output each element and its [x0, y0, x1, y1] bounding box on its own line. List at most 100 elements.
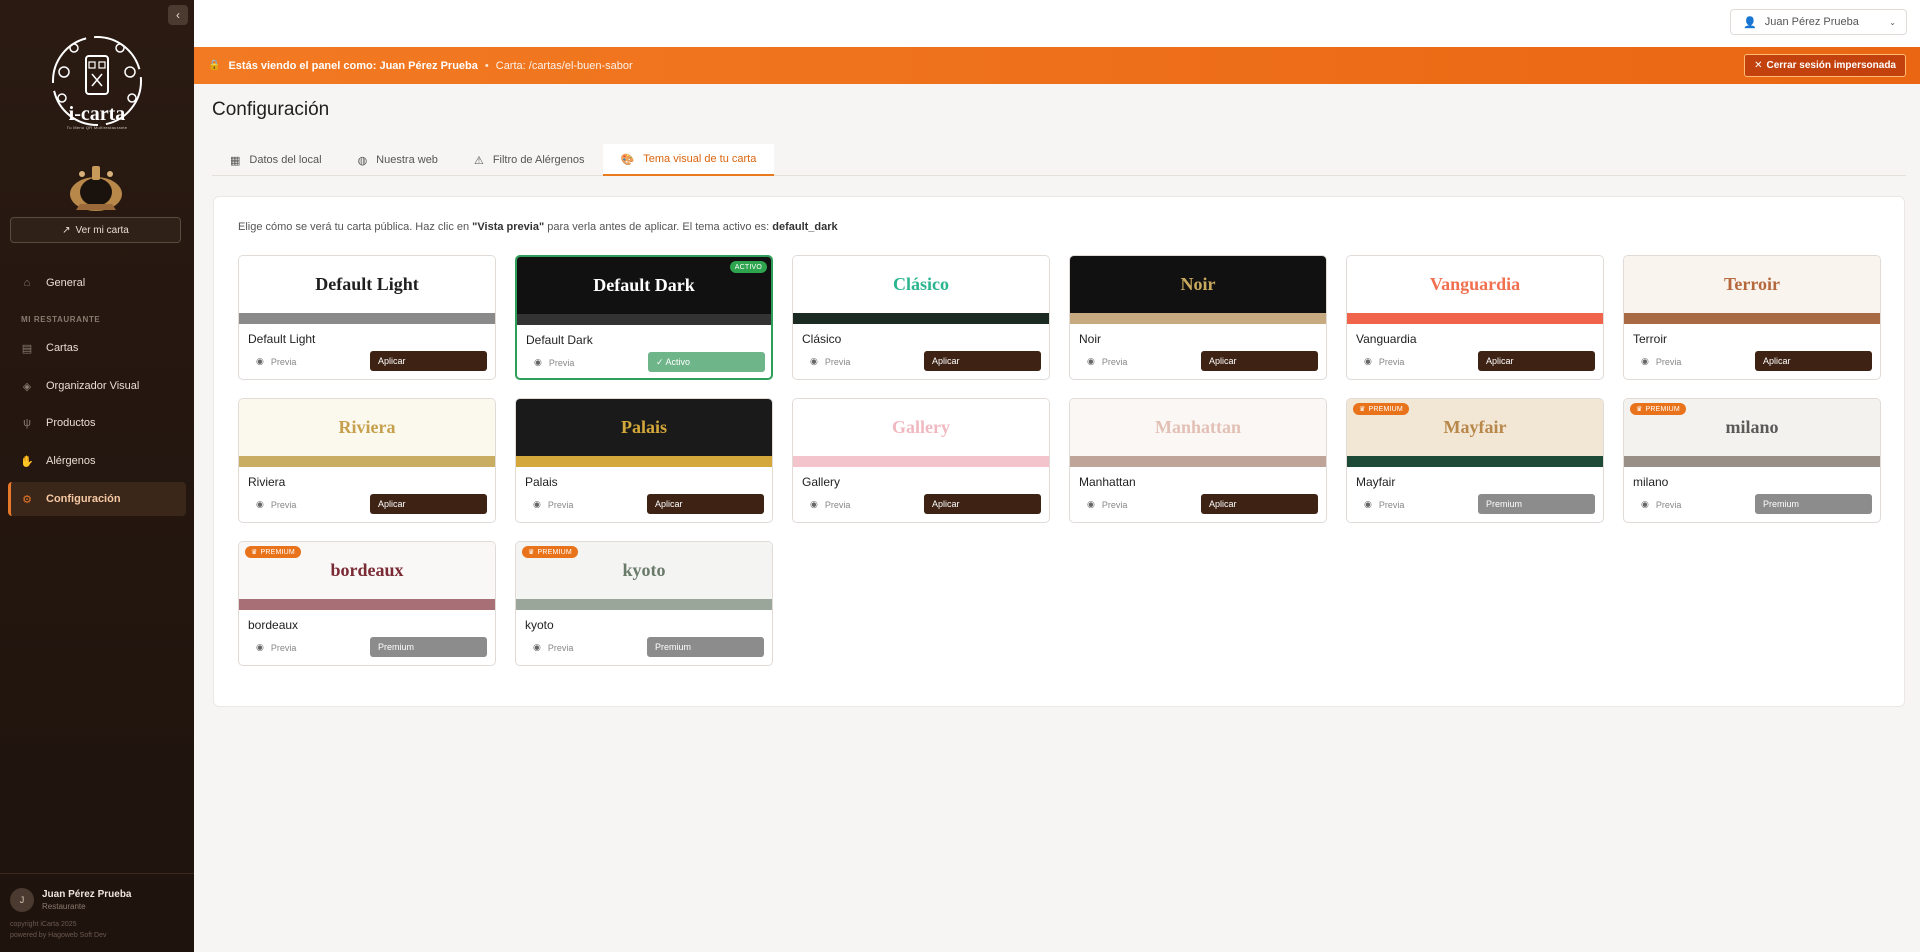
- nav-item-configuracion[interactable]: ⚙ Configuración: [8, 482, 186, 516]
- theme-color-stripe: [1070, 313, 1326, 324]
- theme-color-stripe: [239, 313, 495, 324]
- apply-theme-button[interactable]: Aplicar: [1478, 351, 1595, 371]
- nav-item-general[interactable]: ⌂ General: [8, 266, 186, 300]
- preview-label: Previa: [1378, 499, 1405, 510]
- theme-color-stripe: [793, 456, 1049, 467]
- home-icon: ⌂: [23, 277, 31, 289]
- premium-button[interactable]: Premium: [1478, 494, 1595, 514]
- user-menu-dropdown[interactable]: 👤 Juan Pérez Prueba ⌄: [1730, 9, 1907, 35]
- apply-theme-button[interactable]: Aplicar: [370, 494, 487, 514]
- theme-card[interactable]: Mayfair ♛ PREMIUM Mayfair ◉ Previa Premium: [1346, 398, 1604, 523]
- apply-theme-button[interactable]: Aplicar: [647, 494, 764, 514]
- theme-card[interactable]: Terroir Terroir ◉ Previa Aplicar: [1623, 255, 1881, 380]
- theme-card[interactable]: Default Dark ACTIVO Default Dark ◉ Previa ✓ A…: [515, 255, 773, 380]
- theme-preview[interactable]: Gallery: [793, 399, 1049, 456]
- book-icon: ▤: [21, 342, 33, 355]
- impersonation-banner: 🔒 Estás viendo el panel como: Juan Pérez…: [194, 47, 1920, 84]
- eye-icon: ◉: [1364, 499, 1372, 509]
- banner-carta: Carta: /cartas/el-buen-sabor: [495, 59, 633, 72]
- nav-item-productos[interactable]: ψ Productos: [8, 406, 186, 440]
- view-my-menu-button[interactable]: ↗ Ver mi carta: [10, 217, 181, 243]
- theme-card[interactable]: Clásico Clásico ◉ Previa Aplicar: [792, 255, 1050, 380]
- theme-card[interactable]: Vanguardia Vanguardia ◉ Previa Aplicar: [1346, 255, 1604, 380]
- premium-button[interactable]: Premium: [647, 637, 764, 657]
- logo-tagline: Tu Menú QR Multirestaurante: [66, 125, 128, 130]
- tab-filtro-alergenos[interactable]: ⚠ Filtro de Alérgenos: [456, 144, 603, 176]
- tab-tema-visual[interactable]: 🎨 Tema visual de tu carta: [602, 144, 775, 176]
- eye-icon: ◉: [1641, 356, 1649, 366]
- theme-card[interactable]: Riviera Riviera ◉ Previa Aplicar: [238, 398, 496, 523]
- active-theme-button[interactable]: ✓ Activo: [648, 352, 765, 372]
- banner-prefix: Estás viendo el panel como:: [228, 59, 377, 72]
- preview-link[interactable]: ◉ Previa: [256, 642, 296, 653]
- preview-link[interactable]: ◉ Previa: [534, 357, 574, 368]
- premium-button[interactable]: Premium: [1755, 494, 1872, 514]
- apply-theme-button[interactable]: Aplicar: [924, 494, 1041, 514]
- theme-preview[interactable]: Palais: [516, 399, 772, 456]
- preview-label: Previa: [824, 499, 851, 510]
- preview-link[interactable]: ◉ Previa: [1364, 499, 1404, 510]
- theme-name: bordeaux: [248, 618, 299, 632]
- apply-theme-button[interactable]: Aplicar: [1201, 351, 1318, 371]
- theme-preview[interactable]: Noir: [1070, 256, 1326, 313]
- tab-label: Datos del local: [249, 154, 322, 166]
- apply-theme-button[interactable]: Aplicar: [1201, 494, 1318, 514]
- theme-card[interactable]: kyoto ♛ PREMIUM kyoto ◉ Previa Premium: [515, 541, 773, 666]
- theme-preview[interactable]: Manhattan: [1070, 399, 1326, 456]
- theme-card[interactable]: Manhattan Manhattan ◉ Previa Aplicar: [1069, 398, 1327, 523]
- nav-label: Alérgenos: [46, 455, 96, 467]
- nav-item-cartas[interactable]: ▤ Cartas: [8, 331, 186, 365]
- tab-datos-del-local[interactable]: ▦ Datos del local: [212, 144, 340, 176]
- preview-label: Previa: [547, 642, 574, 653]
- preview-link[interactable]: ◉ Previa: [1641, 499, 1681, 510]
- apply-theme-button[interactable]: Aplicar: [370, 351, 487, 371]
- intro-text-bold: "Vista previa": [472, 221, 545, 233]
- theme-preview[interactable]: Default Light: [239, 256, 495, 313]
- powered-by-text: powered by Hagoweb Soft Dev: [10, 932, 107, 939]
- premium-badge: ♛ PREMIUM: [1353, 403, 1409, 415]
- close-impersonation-button[interactable]: ✕ Cerrar sesión impersonada: [1744, 54, 1906, 77]
- theme-card[interactable]: bordeaux ♛ PREMIUM bordeaux ◉ Previa Premium: [238, 541, 496, 666]
- preview-link[interactable]: ◉ Previa: [1087, 499, 1127, 510]
- preview-link[interactable]: ◉ Previa: [1087, 356, 1127, 367]
- preview-link[interactable]: ◉ Previa: [1641, 356, 1681, 367]
- theme-preview[interactable]: Clásico: [793, 256, 1049, 313]
- preview-link[interactable]: ◉ Previa: [256, 356, 296, 367]
- sidebar-user-role: Restaurante: [42, 902, 86, 911]
- preview-label: Previa: [548, 357, 575, 368]
- theme-name: Manhattan: [1079, 475, 1136, 489]
- theme-preview[interactable]: Terroir: [1624, 256, 1880, 313]
- apply-theme-button[interactable]: Aplicar: [1755, 351, 1872, 371]
- theme-preview[interactable]: Vanguardia: [1347, 256, 1603, 313]
- active-theme-name: default_dark: [772, 221, 838, 233]
- tab-nuestra-web[interactable]: ◍ Nuestra web: [340, 144, 456, 176]
- premium-button[interactable]: Premium: [370, 637, 487, 657]
- preview-link[interactable]: ◉ Previa: [533, 499, 573, 510]
- preview-link[interactable]: ◉ Previa: [256, 499, 296, 510]
- theme-card[interactable]: Gallery Gallery ◉ Previa Aplicar: [792, 398, 1050, 523]
- apply-theme-button[interactable]: Aplicar: [924, 351, 1041, 371]
- theme-name: Palais: [525, 475, 558, 489]
- theme-card[interactable]: Default Light Default Light ◉ Previa Aplicar: [238, 255, 496, 380]
- preview-label: Previa: [1655, 356, 1682, 367]
- intro-text-mid: para verla antes de aplicar. El tema act…: [547, 221, 770, 233]
- lock-icon: 🔒: [208, 60, 221, 71]
- collapse-sidebar-button[interactable]: ‹: [168, 5, 188, 25]
- theme-color-stripe: [1070, 456, 1326, 467]
- preview-link[interactable]: ◉ Previa: [810, 499, 850, 510]
- preview-link[interactable]: ◉ Previa: [1364, 356, 1404, 367]
- theme-card[interactable]: Noir Noir ◉ Previa Aplicar: [1069, 255, 1327, 380]
- preview-link[interactable]: ◉ Previa: [533, 642, 573, 653]
- theme-card[interactable]: milano ♛ PREMIUM milano ◉ Previa Premium: [1623, 398, 1881, 523]
- preview-link[interactable]: ◉ Previa: [810, 356, 850, 367]
- theme-name: milano: [1633, 475, 1669, 489]
- topbar: 👤 Juan Pérez Prueba ⌄: [194, 0, 1920, 47]
- nav-item-organizador-visual[interactable]: ◈ Organizador Visual: [8, 369, 186, 403]
- theme-card[interactable]: Palais Palais ◉ Previa Aplicar: [515, 398, 773, 523]
- nav-item-alergenos[interactable]: ✋ Alérgenos: [8, 444, 186, 478]
- eye-icon: ◉: [256, 499, 264, 509]
- theme-color-stripe: [239, 456, 495, 467]
- hand-icon: ✋: [20, 455, 34, 468]
- theme-preview[interactable]: Riviera: [239, 399, 495, 456]
- nav-label: General: [46, 277, 86, 289]
